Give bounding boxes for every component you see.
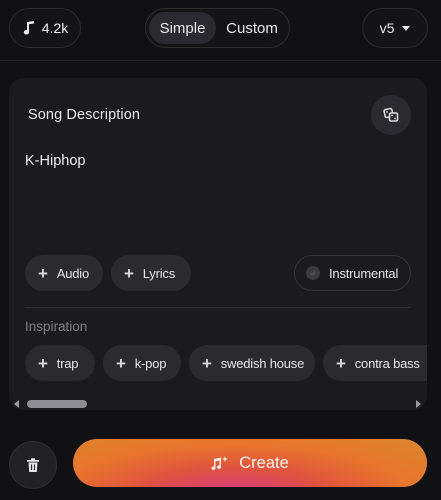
dice-icon — [383, 107, 399, 122]
add-lyrics-label: Lyrics — [142, 265, 175, 281]
plus-icon: + — [202, 353, 212, 373]
add-audio-label: Audio — [56, 265, 89, 281]
instrumental-toggle[interactable]: Instrumental — [294, 255, 411, 291]
inspiration-tag-swedish-house[interactable]: + swedish house — [189, 345, 315, 381]
song-description-input[interactable]: K-Hiphop — [25, 153, 85, 169]
mode-simple-button[interactable]: Simple — [149, 12, 216, 44]
scrollbar-thumb[interactable] — [27, 400, 87, 408]
create-label: Create — [239, 453, 289, 472]
plus-icon: + — [116, 353, 126, 373]
inspiration-tag-trap[interactable]: + trap — [25, 345, 95, 381]
mode-toggle: Simple Custom — [145, 8, 290, 48]
model-select[interactable]: v5 — [362, 8, 428, 48]
music-sparkle-icon — [211, 455, 229, 470]
instrumental-label: Instrumental — [329, 265, 399, 281]
add-audio-button[interactable]: + Audio — [25, 255, 103, 291]
inspiration-tag-label: contra bass — [354, 355, 420, 371]
plus-icon: + — [38, 263, 48, 283]
plus-icon: + — [336, 353, 346, 373]
plus-icon: + — [124, 263, 134, 283]
check-circle-icon — [306, 266, 320, 280]
clear-button[interactable] — [9, 441, 57, 489]
card-divider — [25, 307, 411, 308]
top-divider — [0, 60, 441, 61]
inspiration-tag-k-pop[interactable]: + k-pop — [103, 345, 181, 381]
inspiration-tag-label: swedish house — [220, 355, 305, 371]
inspiration-tag-label: trap — [56, 355, 79, 371]
inspiration-label: Inspiration — [25, 319, 88, 334]
scroll-right-arrow[interactable] — [416, 400, 421, 408]
model-select-value: v5 — [379, 20, 395, 36]
song-description-label: Song Description — [28, 107, 141, 123]
credits-count: 4.2k — [41, 20, 69, 36]
create-button[interactable]: Create — [73, 439, 427, 487]
mode-custom-button[interactable]: Custom — [218, 12, 286, 44]
scroll-left-arrow[interactable] — [14, 400, 19, 408]
plus-icon: + — [38, 353, 48, 373]
inspiration-scrollbar[interactable] — [24, 399, 412, 409]
add-lyrics-button[interactable]: + Lyrics — [111, 255, 191, 291]
inspiration-tag-label: k-pop — [134, 355, 167, 371]
chevron-down-icon — [402, 25, 411, 31]
trash-icon — [27, 457, 39, 472]
music-note-icon — [23, 21, 34, 35]
credits-badge[interactable]: 4.2k — [9, 8, 81, 48]
random-description-button[interactable] — [371, 95, 411, 135]
inspiration-tag-contra-bass[interactable]: + contra bass — [323, 345, 427, 381]
